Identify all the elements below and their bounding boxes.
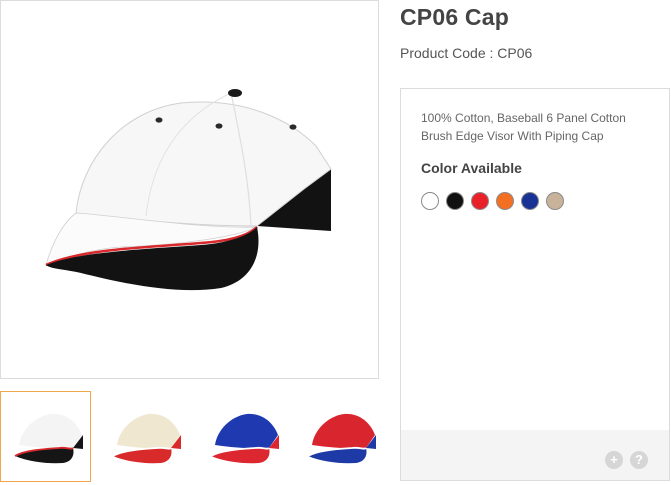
main-product-image <box>0 0 379 379</box>
help-icon[interactable]: ? <box>630 451 648 469</box>
white-swatch[interactable] <box>421 192 439 210</box>
cap-thumbnail-icon <box>307 413 376 464</box>
black-swatch[interactable] <box>446 192 464 210</box>
thumb-white-black[interactable] <box>0 391 91 482</box>
panel-footer: + ? <box>401 430 669 480</box>
thumb-blue-red[interactable] <box>196 391 287 482</box>
plus-icon[interactable]: + <box>605 451 623 469</box>
product-code: Product Code : CP06 <box>400 45 532 61</box>
orange-swatch[interactable] <box>496 192 514 210</box>
cap-thumbnail-icon <box>210 413 279 464</box>
thumb-beige-red[interactable] <box>98 391 189 482</box>
cap-illustration <box>45 89 332 291</box>
product-code-value: CP06 <box>497 45 533 61</box>
cap-thumbnail-icon <box>112 413 181 464</box>
thumbnail-strip <box>0 391 384 483</box>
product-description: 100% Cotton, Baseball 6 Panel Cotton Bru… <box>421 111 626 143</box>
product-code-label: Product Code : <box>400 45 498 61</box>
product-title: CP06 Cap <box>400 4 509 30</box>
color-available-heading: Color Available <box>421 160 522 176</box>
red-swatch[interactable] <box>471 192 489 210</box>
product-details-panel: 100% Cotton, Baseball 6 Panel Cotton Bru… <box>400 88 670 481</box>
khaki-swatch[interactable] <box>546 192 564 210</box>
thumb-red-navy[interactable] <box>293 391 384 482</box>
navy-swatch[interactable] <box>521 192 539 210</box>
cap-thumbnail-icon <box>14 413 83 464</box>
